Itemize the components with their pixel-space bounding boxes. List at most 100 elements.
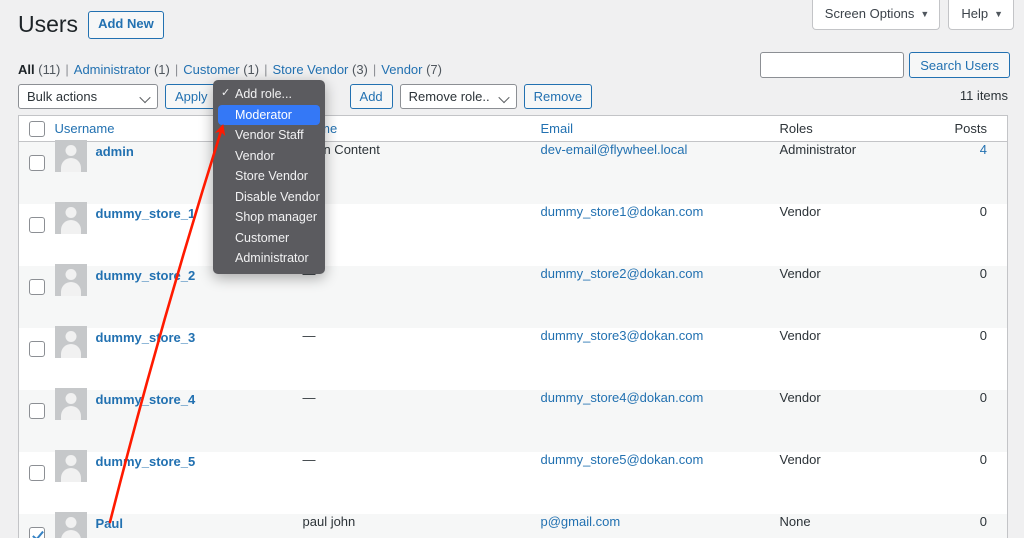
username-link[interactable]: dummy_store_1 bbox=[96, 204, 196, 223]
apply-bulk-action-button[interactable]: Apply bbox=[165, 84, 218, 109]
dropdown-option-shop-manager[interactable]: Shop manager bbox=[213, 207, 325, 228]
dropdown-option-vendor-staff[interactable]: Vendor Staff bbox=[213, 125, 325, 146]
roles-cell: Vendor bbox=[780, 390, 930, 452]
email-cell: dummy_store2@dokan.com bbox=[541, 266, 780, 328]
search-users-button[interactable]: Search Users bbox=[909, 52, 1010, 78]
row-checkbox[interactable] bbox=[29, 403, 45, 419]
column-header-posts: Posts bbox=[930, 116, 1008, 142]
bulk-actions-select-wrap[interactable]: Bulk actions bbox=[18, 84, 158, 109]
row-checkbox[interactable] bbox=[29, 527, 45, 538]
search-input[interactable] bbox=[760, 52, 904, 78]
username-cell: dummy_store_3 bbox=[55, 328, 303, 390]
email-cell: dummy_store5@dokan.com bbox=[541, 452, 780, 514]
add-role-button[interactable]: Add bbox=[350, 84, 393, 109]
roles-cell: Vendor bbox=[780, 266, 930, 328]
username-link[interactable]: dummy_store_5 bbox=[96, 452, 196, 471]
email-link[interactable]: dummy_store4@dokan.com bbox=[541, 390, 704, 405]
roles-cell: Administrator bbox=[780, 142, 930, 204]
email-link[interactable]: dummy_store3@dokan.com bbox=[541, 328, 704, 343]
filter-separator: | bbox=[264, 62, 267, 77]
posts-cell: 4 bbox=[930, 142, 1008, 204]
username-link[interactable]: dummy_store_4 bbox=[96, 390, 196, 409]
filter-link-store-vendor[interactable]: Store Vendor bbox=[273, 62, 349, 77]
email-link[interactable]: dummy_store2@dokan.com bbox=[541, 266, 704, 281]
email-link[interactable]: dev-email@flywheel.local bbox=[541, 142, 688, 157]
row-select-cell bbox=[19, 142, 55, 204]
filter-link-all[interactable]: All bbox=[18, 62, 35, 77]
roles-cell: Vendor bbox=[780, 328, 930, 390]
role-filter-links: All (11)|Administrator (1)|Customer (1)|… bbox=[18, 60, 442, 80]
screen-meta-bar: Screen Options ▼ Help ▼ bbox=[812, 0, 1014, 30]
posts-count: 0 bbox=[980, 204, 987, 219]
username-link[interactable]: admin bbox=[96, 142, 134, 161]
filter-count: (1) bbox=[240, 62, 260, 77]
users-admin-page: Screen Options ▼ Help ▼ Users Add New Al… bbox=[0, 0, 1024, 538]
posts-count: 0 bbox=[980, 452, 987, 467]
help-button[interactable]: Help ▼ bbox=[948, 0, 1014, 30]
dropdown-option-disable-vendor[interactable]: Disable Vendor bbox=[213, 187, 325, 208]
email-link[interactable]: p@gmail.com bbox=[541, 514, 621, 529]
email-cell: dev-email@flywheel.local bbox=[541, 142, 780, 204]
avatar bbox=[55, 450, 87, 482]
username-cell: dummy_store_5 bbox=[55, 452, 303, 514]
table-row: dummy_store_5—dummy_store5@dokan.comVend… bbox=[19, 452, 1008, 514]
username-link[interactable]: dummy_store_3 bbox=[96, 328, 196, 347]
remove-role-select[interactable]: Remove role... bbox=[400, 84, 517, 109]
posts-cell: 0 bbox=[930, 390, 1008, 452]
roles-cell: Vendor bbox=[780, 204, 930, 266]
filter-link-vendor[interactable]: Vendor bbox=[381, 62, 422, 77]
email-cell: dummy_store3@dokan.com bbox=[541, 328, 780, 390]
dropdown-option-add-role[interactable]: Add role... bbox=[213, 84, 325, 105]
posts-count: 0 bbox=[980, 514, 987, 529]
posts-count: 0 bbox=[980, 328, 987, 343]
name-cell: paul john bbox=[303, 514, 541, 538]
row-checkbox[interactable] bbox=[29, 155, 45, 171]
table-row: Paul paul johnp@gmail.com None 0 bbox=[19, 514, 1008, 538]
roles-cell: None bbox=[780, 514, 930, 538]
posts-cell: 0 bbox=[930, 452, 1008, 514]
avatar bbox=[55, 264, 87, 296]
dropdown-option-moderator[interactable]: Moderator bbox=[218, 105, 320, 126]
name-cell: — bbox=[303, 390, 541, 452]
row-checkbox[interactable] bbox=[29, 217, 45, 233]
add-role-dropdown-menu[interactable]: Add role...ModeratorVendor StaffVendorSt… bbox=[213, 80, 325, 274]
row-checkbox[interactable] bbox=[29, 279, 45, 295]
filter-separator: | bbox=[373, 62, 376, 77]
username-cell: dummy_store_4 bbox=[55, 390, 303, 452]
email-cell: dummy_store4@dokan.com bbox=[541, 390, 780, 452]
dropdown-option-vendor[interactable]: Vendor bbox=[213, 146, 325, 167]
bulk-actions-select[interactable]: Bulk actions bbox=[18, 84, 158, 109]
column-header-email[interactable]: Email bbox=[541, 116, 780, 142]
email-link[interactable]: dummy_store5@dokan.com bbox=[541, 452, 704, 467]
posts-count: 0 bbox=[980, 266, 987, 281]
filter-link-customer[interactable]: Customer bbox=[183, 62, 239, 77]
dropdown-option-administrator[interactable]: Administrator bbox=[213, 248, 325, 269]
remove-role-button[interactable]: Remove bbox=[524, 84, 592, 109]
posts-cell: 0 bbox=[930, 514, 1008, 538]
page-header: Users Add New bbox=[18, 10, 164, 40]
select-all-checkbox[interactable] bbox=[29, 121, 45, 137]
filter-count: (11) bbox=[35, 62, 61, 77]
username-link[interactable]: Paul bbox=[96, 514, 123, 533]
name-cell: — bbox=[303, 452, 541, 514]
filter-count: (3) bbox=[348, 62, 368, 77]
username-cell: dummy_store_2 bbox=[55, 266, 303, 328]
email-cell: dummy_store1@dokan.com bbox=[541, 204, 780, 266]
username-link[interactable]: dummy_store_2 bbox=[96, 266, 196, 285]
add-new-user-button[interactable]: Add New bbox=[88, 11, 164, 39]
row-select-cell bbox=[19, 390, 55, 452]
name-cell: John Content bbox=[303, 142, 541, 204]
screen-options-label: Screen Options bbox=[825, 5, 915, 23]
screen-options-button[interactable]: Screen Options ▼ bbox=[812, 0, 941, 30]
email-link[interactable]: dummy_store1@dokan.com bbox=[541, 204, 704, 219]
row-checkbox[interactable] bbox=[29, 465, 45, 481]
posts-count-link[interactable]: 4 bbox=[980, 142, 987, 157]
filter-separator: | bbox=[65, 62, 68, 77]
row-checkbox[interactable] bbox=[29, 341, 45, 357]
column-header-name[interactable]: Name bbox=[303, 116, 541, 142]
remove-role-select-wrap[interactable]: Remove role... bbox=[400, 84, 517, 109]
table-row: dummy_store_2—dummy_store2@dokan.comVend… bbox=[19, 266, 1008, 328]
filter-link-administrator[interactable]: Administrator bbox=[74, 62, 151, 77]
dropdown-option-store-vendor[interactable]: Store Vendor bbox=[213, 166, 325, 187]
dropdown-option-customer[interactable]: Customer bbox=[213, 228, 325, 249]
